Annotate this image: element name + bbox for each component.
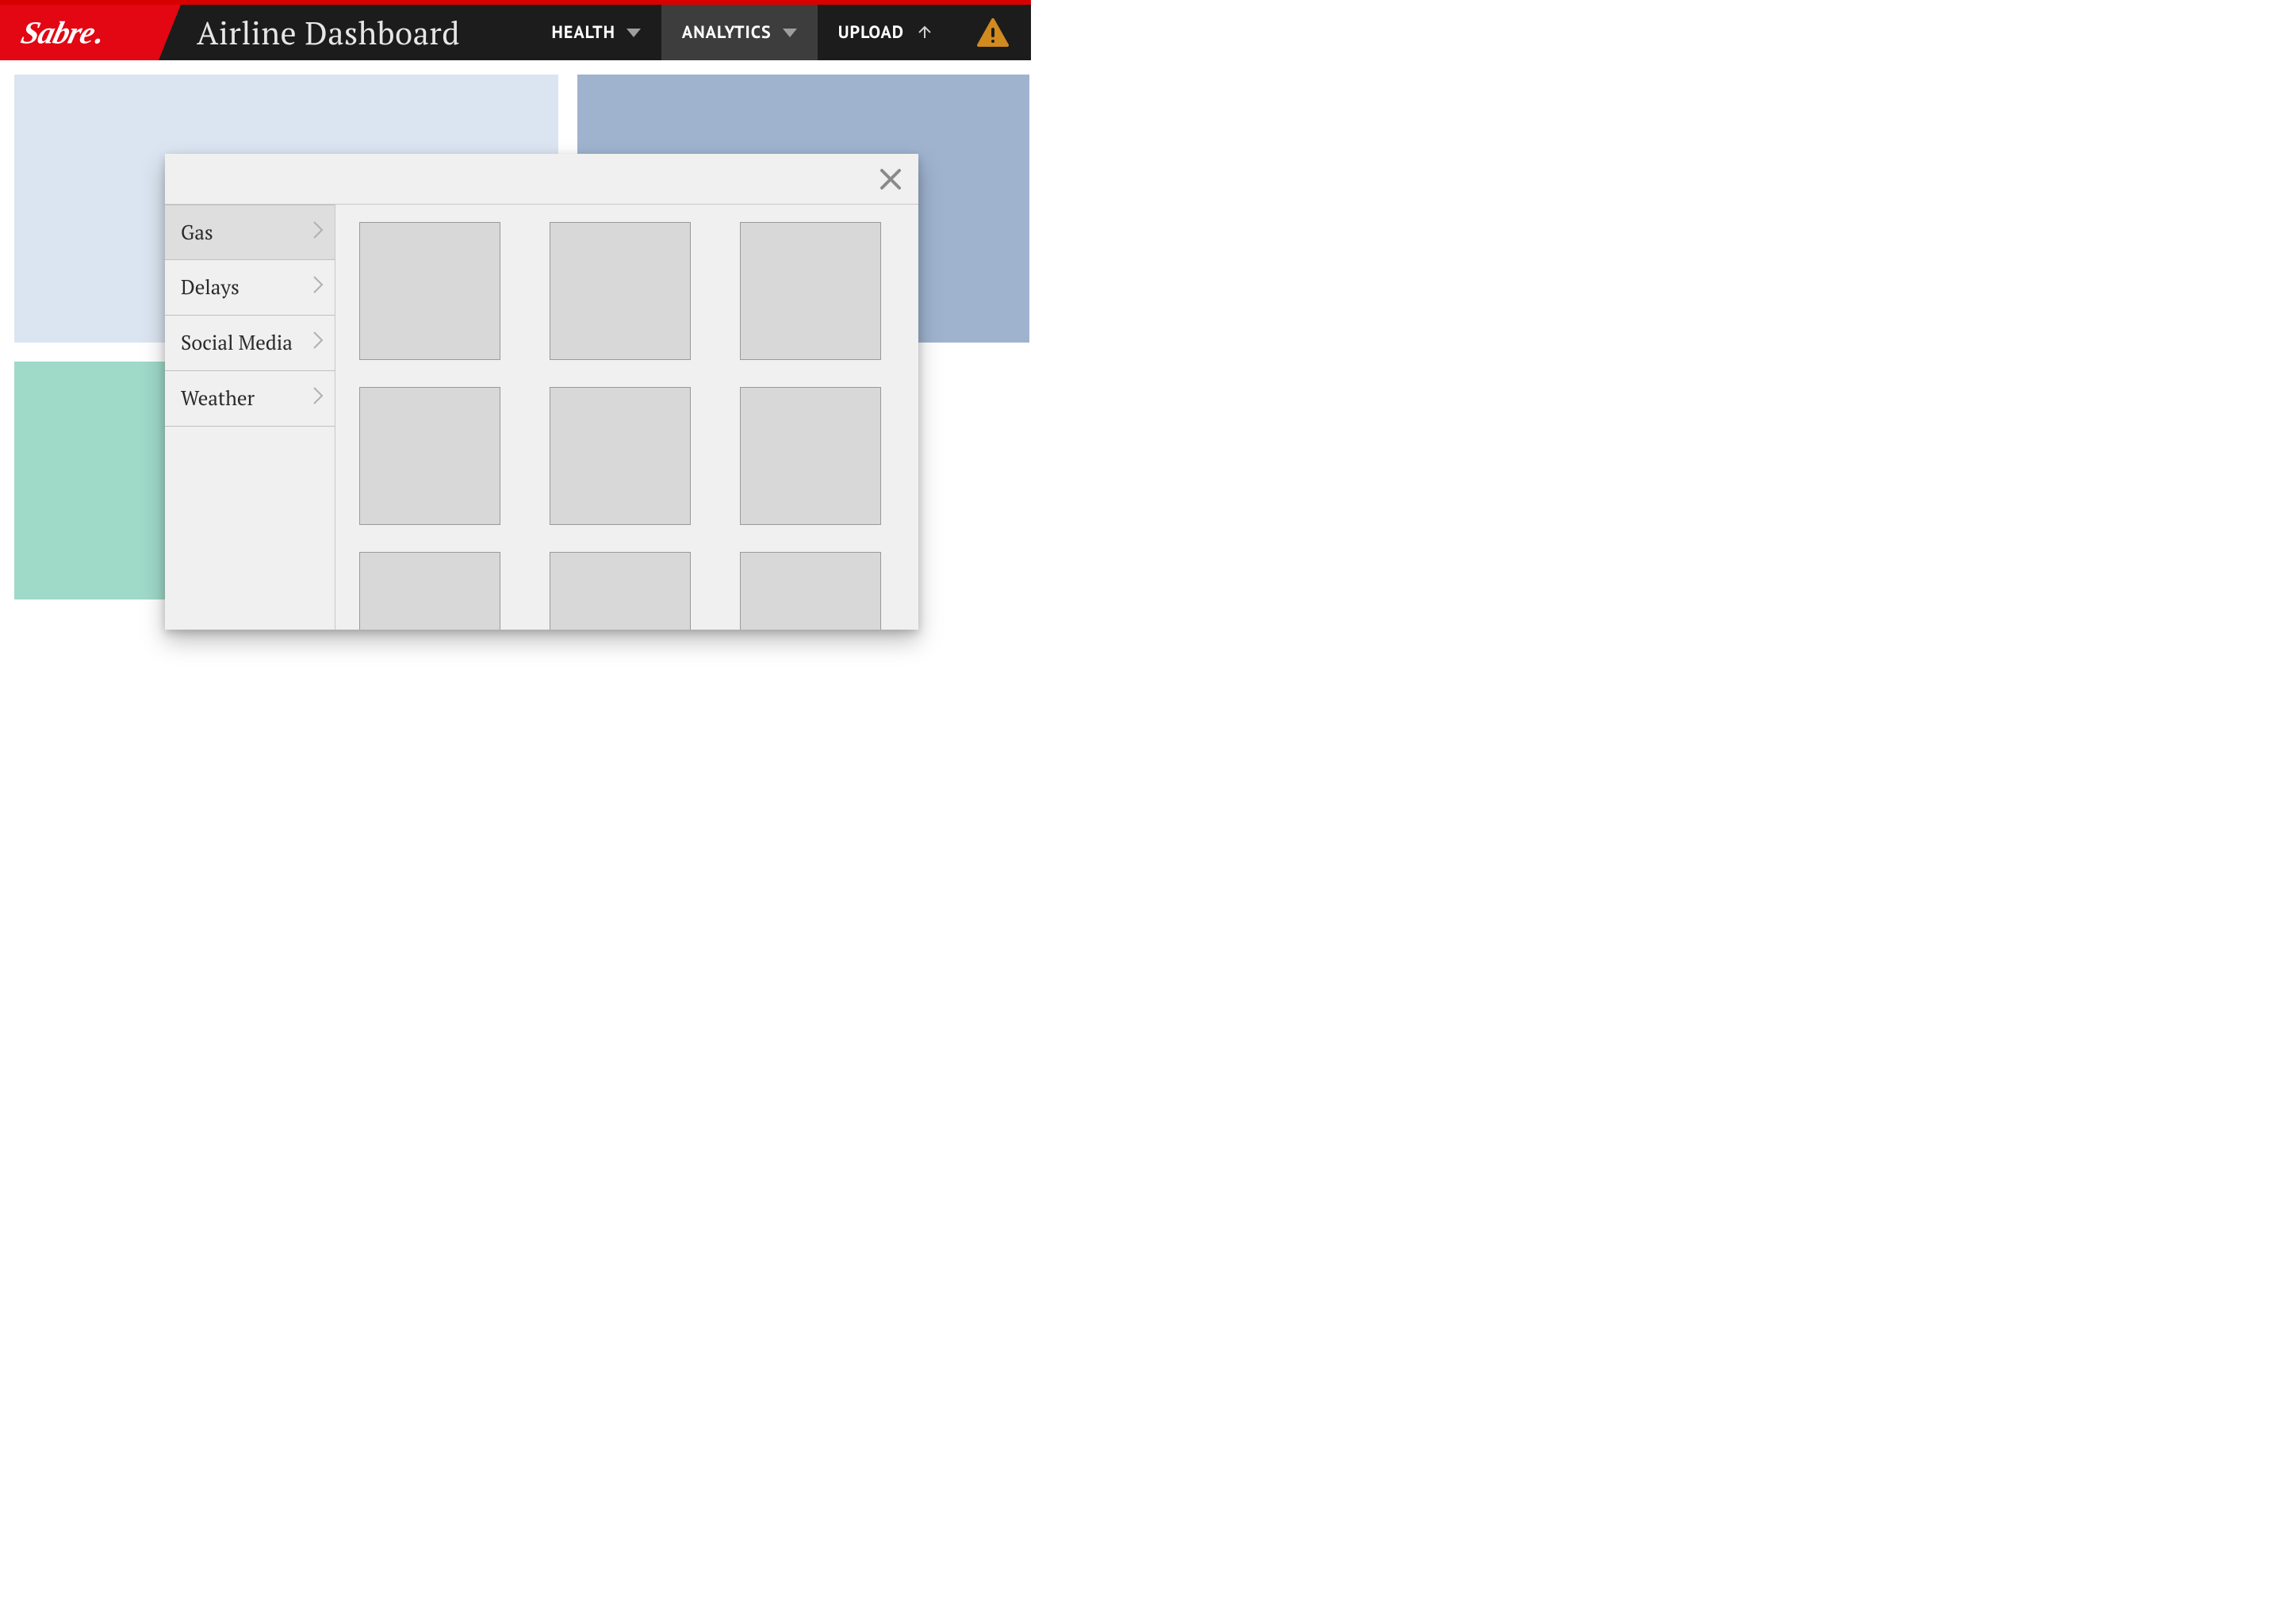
- chevron-down-icon: [627, 29, 641, 37]
- category-list: Gas Delays Social Media Weather: [165, 205, 335, 630]
- category-item-social-media[interactable]: Social Media: [165, 316, 335, 371]
- category-item-gas[interactable]: Gas: [165, 205, 335, 260]
- brand-logo-text: Sabre.: [17, 14, 107, 52]
- close-icon: [877, 166, 904, 193]
- thumbnail[interactable]: [359, 387, 500, 525]
- thumbnail[interactable]: [550, 387, 691, 525]
- close-button[interactable]: [877, 166, 904, 193]
- alert-indicator[interactable]: [955, 5, 1031, 60]
- category-label: Gas: [181, 220, 213, 246]
- thumbnail[interactable]: [550, 552, 691, 630]
- nav-health-label: HEALTH: [552, 21, 615, 44]
- topbar: Sabre. Airline Dashboard HEALTH ANALYTIC…: [0, 0, 1031, 60]
- thumbnail[interactable]: [740, 387, 881, 525]
- category-label: Weather: [181, 385, 255, 412]
- thumbnail[interactable]: [740, 552, 881, 630]
- warning-icon: [977, 18, 1009, 47]
- thumbnail-grid: [359, 222, 896, 630]
- nav-health[interactable]: HEALTH: [531, 5, 661, 60]
- thumbnail[interactable]: [550, 222, 691, 360]
- upload-icon: [915, 23, 934, 42]
- category-label: Delays: [181, 274, 240, 301]
- chevron-right-icon: [312, 274, 324, 301]
- chevron-right-icon: [312, 385, 324, 412]
- nav-upload[interactable]: UPLOAD: [818, 5, 955, 60]
- brand-logo[interactable]: Sabre.: [0, 5, 159, 60]
- category-label: Social Media: [181, 330, 293, 356]
- thumbnail[interactable]: [740, 222, 881, 360]
- category-item-weather[interactable]: Weather: [165, 371, 335, 427]
- analytics-picker-modal: Gas Delays Social Media Weather: [165, 154, 918, 630]
- category-item-delays[interactable]: Delays: [165, 260, 335, 316]
- modal-header: [165, 154, 918, 205]
- main-nav: HEALTH ANALYTICS UPLOAD: [531, 5, 955, 60]
- thumbnail[interactable]: [359, 222, 500, 360]
- chevron-right-icon: [312, 330, 324, 356]
- nav-analytics-label: ANALYTICS: [682, 21, 772, 44]
- nav-analytics[interactable]: ANALYTICS: [661, 5, 818, 60]
- thumbnail[interactable]: [359, 552, 500, 630]
- thumbnail-grid-area: [335, 205, 918, 630]
- page-title: Airline Dashboard: [159, 5, 468, 60]
- chevron-down-icon: [783, 29, 797, 37]
- nav-upload-label: UPLOAD: [838, 21, 904, 44]
- chevron-right-icon: [312, 220, 324, 246]
- modal-body: Gas Delays Social Media Weather: [165, 205, 918, 630]
